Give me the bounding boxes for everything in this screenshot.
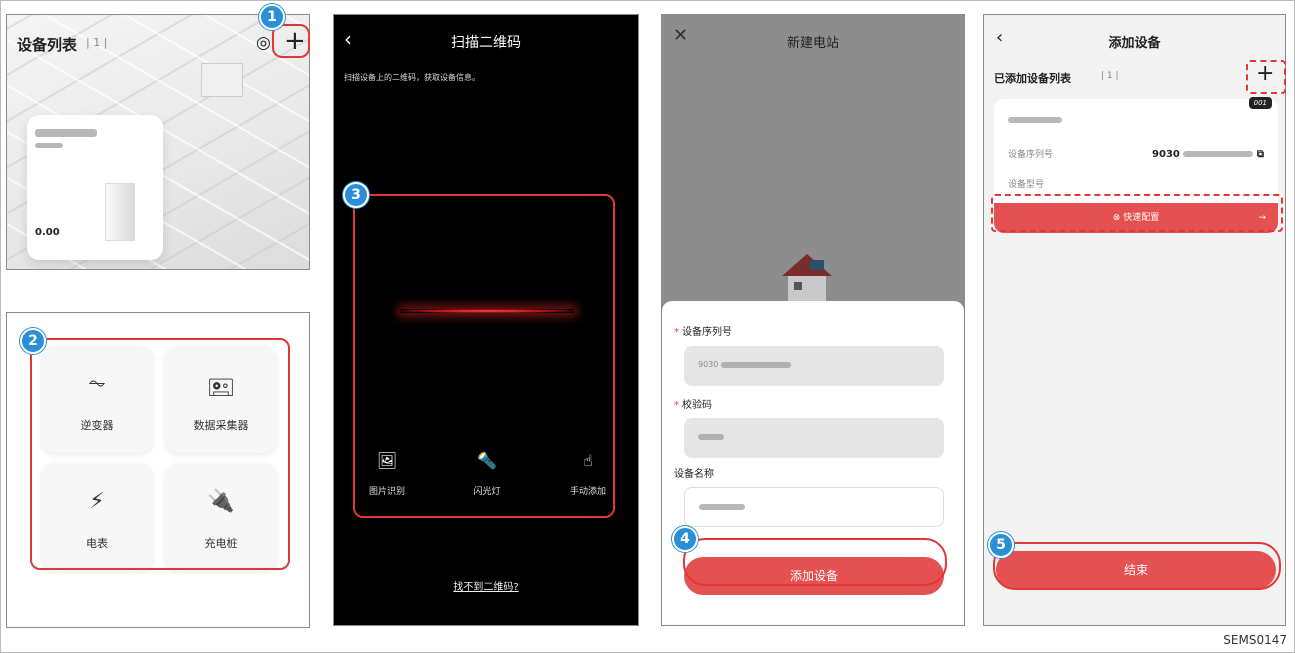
added-list-title: 已添加设备列表 [994,72,1071,85]
blurred-status [35,143,63,148]
add-device-screen: ‹ 添加设备 已添加设备列表 | 1 | + 001 设备序列号 9030 ⧉ … [983,14,1286,626]
not-found-link[interactable]: 找不到二维码? [334,578,638,593]
device-count: | 1 | [86,36,108,49]
blurred-device-name [35,129,97,137]
page-title: 新建电站 [786,36,839,51]
scan-hint: 扫描设备上的二维码，获取设备信息。 [344,73,480,82]
highlight-plus-dashed [1246,60,1286,94]
model-label: 设备型号 [1008,180,1045,190]
check-code-label: * 校验码 [674,400,712,411]
step-marker-1: 1 [259,4,285,30]
new-station-screen: ✕ 新建电站 * 设备序列号 9030 * 校验码 设备名称 添加设备 [661,14,965,626]
figure-caption: SEMS0147 [1223,633,1287,647]
step-marker-3: 3 [343,182,369,208]
blurred-device-name [1008,117,1062,123]
page-title: 设备列表 [17,36,78,54]
device-tag: 001 [1248,97,1272,109]
highlight-plus [272,24,310,58]
device-image [105,183,135,241]
page-title: 添加设备 [1108,36,1161,51]
device-name-label: 设备名称 [674,469,714,480]
serial-label: * 设备序列号 [674,327,732,338]
device-list-screen: 设备列表 | 1 | ◎ + 0.00 [6,14,310,270]
step-marker-2: 2 [20,328,46,354]
device-name-field[interactable] [684,487,944,527]
energy-value: 0.00 [35,227,60,238]
highlight-scan-area [353,194,615,518]
step-marker-4: 4 [672,526,698,552]
house-illustration [201,63,243,97]
step-marker-5: 5 [988,532,1014,558]
highlight-quick-config [991,194,1283,232]
copy-icon[interactable]: ⧉ [1257,149,1264,160]
check-code-field[interactable] [684,418,944,458]
serial-field[interactable]: 9030 [684,346,944,386]
highlight-finish-button [993,542,1281,590]
house-illustration [782,254,832,302]
target-icon[interactable]: ◎ [256,33,271,53]
serial-label: 设备序列号 [1008,150,1054,160]
page-title: 扫描二维码 [451,35,521,51]
serial-value: 9030 ⧉ [1152,149,1264,160]
highlight-add-button [683,538,947,586]
highlight-device-types [30,338,290,570]
device-card[interactable]: 0.00 [27,115,163,260]
added-count: | 1 | [1101,71,1119,81]
